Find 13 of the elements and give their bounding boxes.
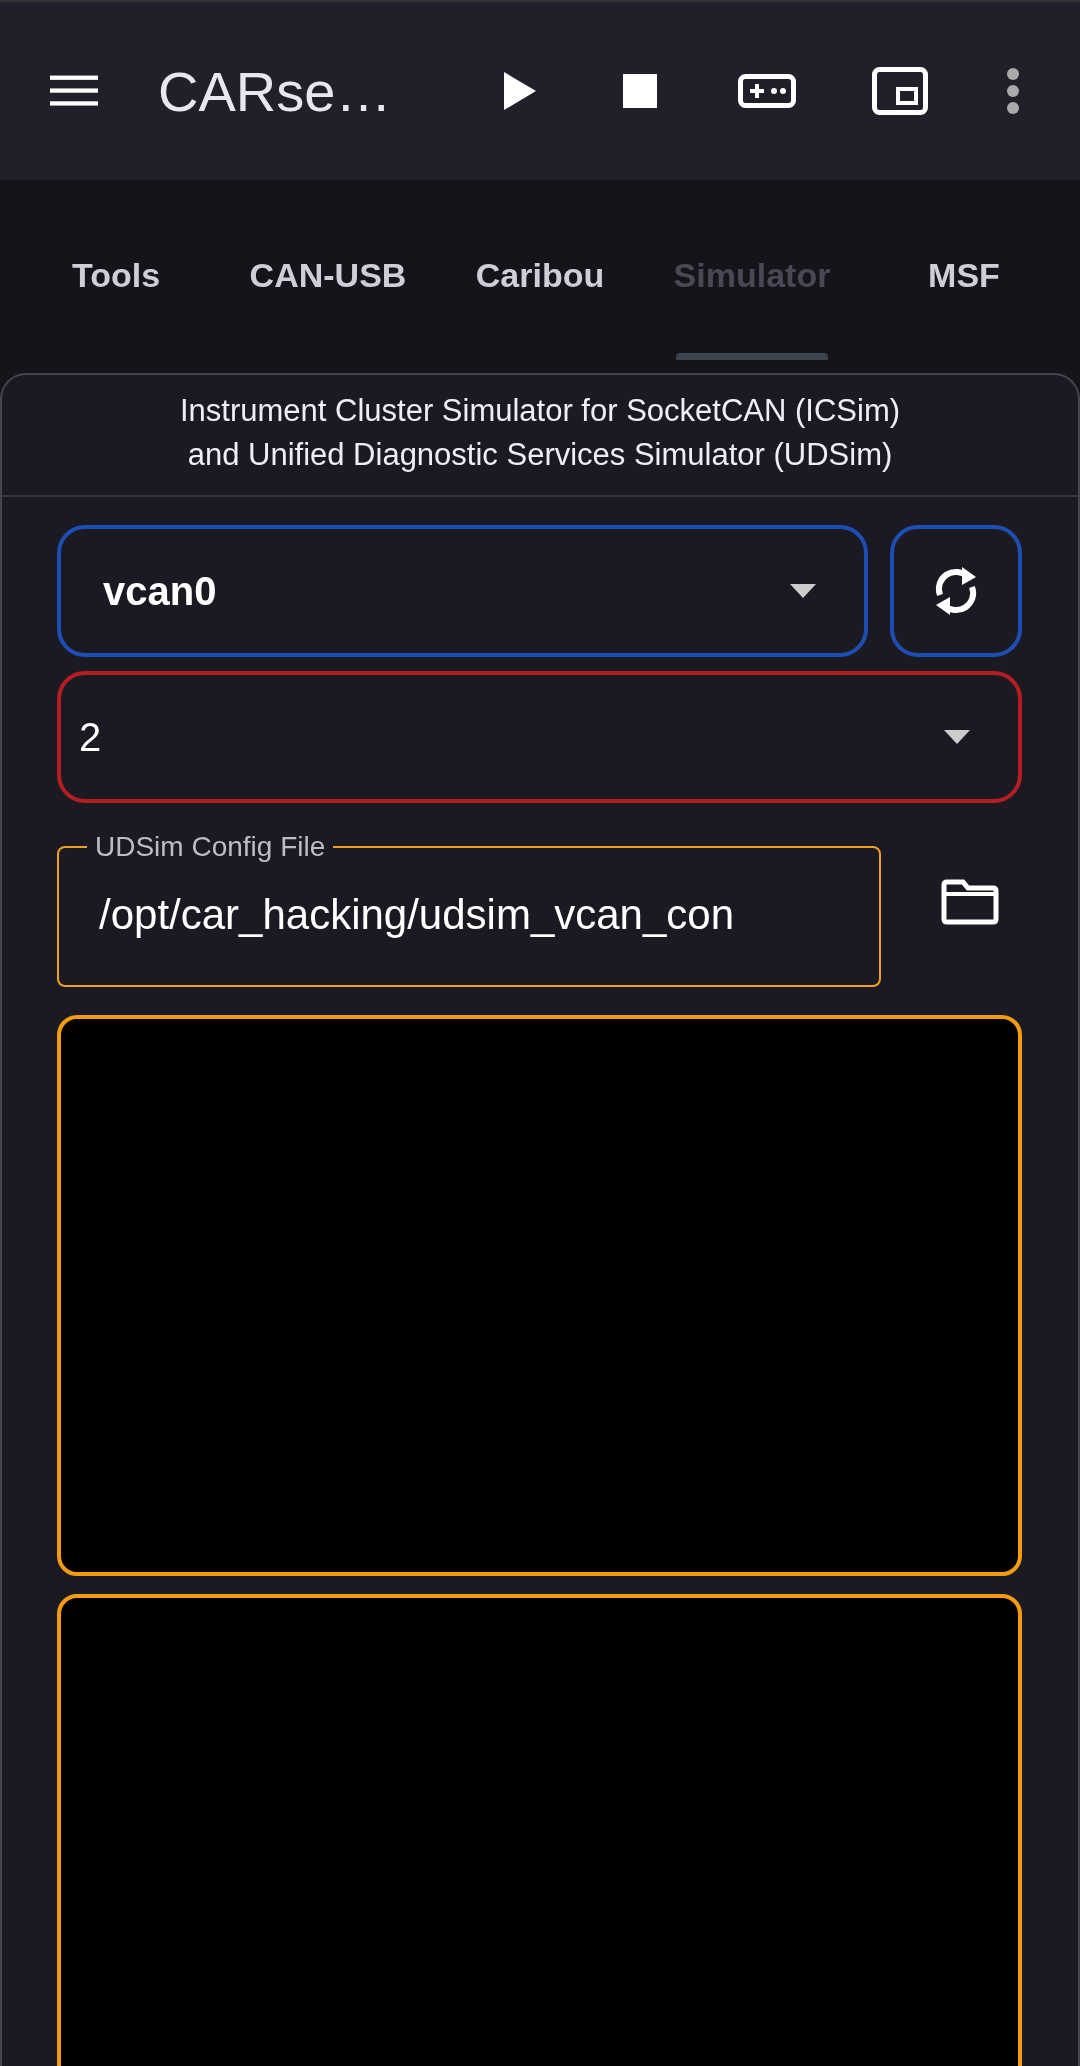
dropdown-arrow-icon: [944, 730, 970, 744]
tab[interactable]: MSF: [858, 180, 1070, 370]
level-dropdown[interactable]: 2: [57, 671, 1022, 803]
tab[interactable]: CAN-USB: [222, 180, 434, 370]
refresh-button[interactable]: [890, 525, 1022, 657]
picture-in-picture-icon[interactable]: [870, 67, 931, 115]
interface-dropdown[interactable]: vcan0: [57, 525, 868, 657]
section-header: Instrument Cluster Simulator for SocketCAN (ICSim) and Unified Diagnostic Services Simulator (UDSim): [2, 375, 1078, 497]
tab[interactable]: Tools: [10, 180, 222, 370]
app-title: CARse…: [158, 58, 393, 124]
tab[interactable]: Caribou: [434, 180, 646, 370]
folder-icon[interactable]: [941, 879, 999, 925]
dropdown-arrow-icon: [790, 584, 816, 598]
